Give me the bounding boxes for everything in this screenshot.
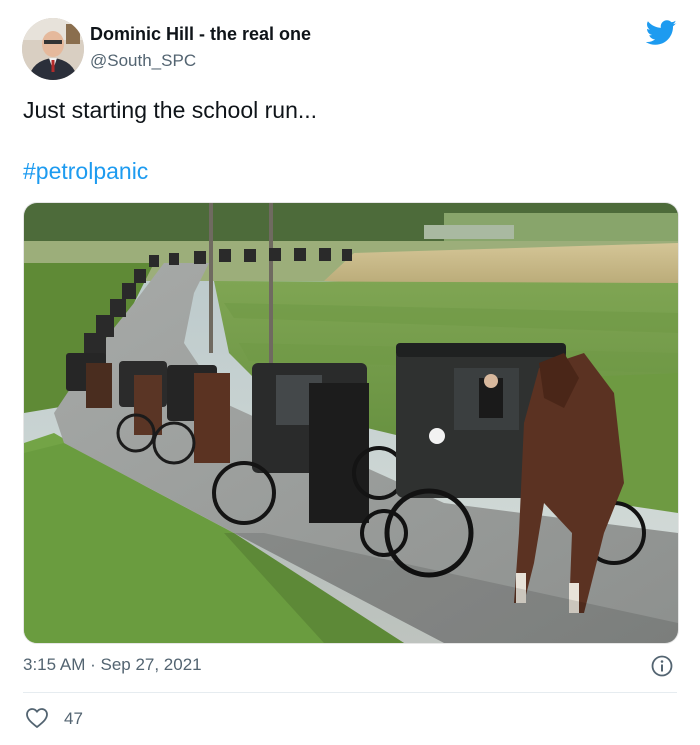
tweet-timestamp[interactable]: 3:15 AM · Sep 27, 2021 xyxy=(23,655,202,675)
info-icon[interactable] xyxy=(651,655,673,677)
twitter-bird-icon[interactable] xyxy=(645,20,677,46)
tweet-photo[interactable] xyxy=(23,202,679,644)
author-name[interactable]: Dominic Hill - the real one xyxy=(90,24,311,45)
tweet-text: Just starting the school run... xyxy=(23,97,318,123)
avatar[interactable] xyxy=(22,18,84,80)
hashtag-link[interactable]: #petrolpanic xyxy=(23,158,148,185)
author-handle[interactable]: @South_SPC xyxy=(90,51,196,71)
like-count: 47 xyxy=(64,709,83,728)
tweet-card: Dominic Hill - the real one @South_SPC J… xyxy=(0,0,700,745)
heart-icon[interactable] xyxy=(25,706,49,730)
divider xyxy=(23,692,677,693)
